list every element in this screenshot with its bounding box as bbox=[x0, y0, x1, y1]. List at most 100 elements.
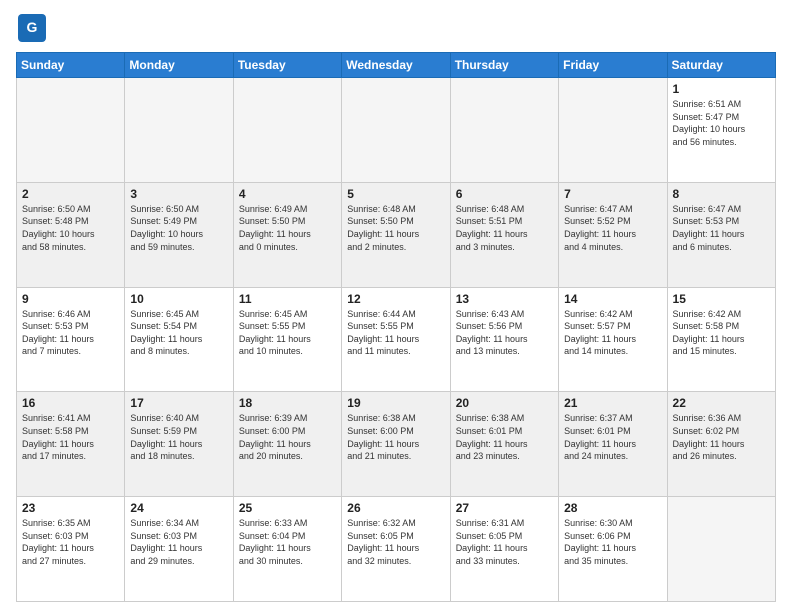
weekday-friday: Friday bbox=[559, 53, 667, 78]
calendar-cell bbox=[342, 78, 450, 183]
day-info: Sunrise: 6:33 AM Sunset: 6:04 PM Dayligh… bbox=[239, 517, 336, 567]
day-info: Sunrise: 6:51 AM Sunset: 5:47 PM Dayligh… bbox=[673, 98, 770, 148]
day-number: 15 bbox=[673, 292, 770, 306]
day-number: 25 bbox=[239, 501, 336, 515]
day-info: Sunrise: 6:43 AM Sunset: 5:56 PM Dayligh… bbox=[456, 308, 553, 358]
week-row-2: 2 Sunrise: 6:50 AM Sunset: 5:48 PM Daylig… bbox=[17, 182, 776, 287]
day-info: Sunrise: 6:42 AM Sunset: 5:58 PM Dayligh… bbox=[673, 308, 770, 358]
week-row-1: 1 Sunrise: 6:51 AM Sunset: 5:47 PM Daylig… bbox=[17, 78, 776, 183]
svg-text:G: G bbox=[27, 19, 38, 35]
calendar-cell: 17 Sunrise: 6:40 AM Sunset: 5:59 PM Dayli… bbox=[125, 392, 233, 497]
day-number: 6 bbox=[456, 187, 553, 201]
day-number: 5 bbox=[347, 187, 444, 201]
weekday-saturday: Saturday bbox=[667, 53, 775, 78]
weekday-wednesday: Wednesday bbox=[342, 53, 450, 78]
day-number: 17 bbox=[130, 396, 227, 410]
calendar-cell: 5 Sunrise: 6:48 AM Sunset: 5:50 PM Daylig… bbox=[342, 182, 450, 287]
day-number: 12 bbox=[347, 292, 444, 306]
day-info: Sunrise: 6:35 AM Sunset: 6:03 PM Dayligh… bbox=[22, 517, 119, 567]
day-info: Sunrise: 6:44 AM Sunset: 5:55 PM Dayligh… bbox=[347, 308, 444, 358]
day-number: 24 bbox=[130, 501, 227, 515]
calendar-cell: 19Sunrise: 6:38 AM Sunset: 6:00 PM Dayli… bbox=[342, 392, 450, 497]
day-info: Sunrise: 6:47 AM Sunset: 5:53 PM Dayligh… bbox=[673, 203, 770, 253]
week-row-5: 23Sunrise: 6:35 AM Sunset: 6:03 PM Dayli… bbox=[17, 497, 776, 602]
day-info: Sunrise: 6:38 AM Sunset: 6:01 PM Dayligh… bbox=[456, 412, 553, 462]
header: G bbox=[16, 12, 776, 44]
calendar-cell: 1 Sunrise: 6:51 AM Sunset: 5:47 PM Daylig… bbox=[667, 78, 775, 183]
weekday-monday: Monday bbox=[125, 53, 233, 78]
day-info: Sunrise: 6:48 AM Sunset: 5:50 PM Dayligh… bbox=[347, 203, 444, 253]
day-info: Sunrise: 6:46 AM Sunset: 5:53 PM Dayligh… bbox=[22, 308, 119, 358]
day-number: 22 bbox=[673, 396, 770, 410]
calendar-cell: 7 Sunrise: 6:47 AM Sunset: 5:52 PM Daylig… bbox=[559, 182, 667, 287]
day-info: Sunrise: 6:40 AM Sunset: 5:59 PM Dayligh… bbox=[130, 412, 227, 462]
day-number: 8 bbox=[673, 187, 770, 201]
day-number: 10 bbox=[130, 292, 227, 306]
calendar-cell: 11 Sunrise: 6:45 AM Sunset: 5:55 PM Dayli… bbox=[233, 287, 341, 392]
calendar-cell: 21Sunrise: 6:37 AM Sunset: 6:01 PM Dayli… bbox=[559, 392, 667, 497]
week-row-4: 16 Sunrise: 6:41 AM Sunset: 5:58 PM Dayli… bbox=[17, 392, 776, 497]
weekday-thursday: Thursday bbox=[450, 53, 558, 78]
calendar-cell bbox=[667, 497, 775, 602]
calendar-cell: 6 Sunrise: 6:48 AM Sunset: 5:51 PM Daylig… bbox=[450, 182, 558, 287]
day-info: Sunrise: 6:36 AM Sunset: 6:02 PM Dayligh… bbox=[673, 412, 770, 462]
calendar-cell: 24 Sunrise: 6:34 AM Sunset: 6:03 PM Dayli… bbox=[125, 497, 233, 602]
day-number: 11 bbox=[239, 292, 336, 306]
calendar-cell: 18 Sunrise: 6:39 AM Sunset: 6:00 PM Dayli… bbox=[233, 392, 341, 497]
day-number: 3 bbox=[130, 187, 227, 201]
day-number: 9 bbox=[22, 292, 119, 306]
day-info: Sunrise: 6:50 AM Sunset: 5:49 PM Dayligh… bbox=[130, 203, 227, 253]
calendar-cell: 2 Sunrise: 6:50 AM Sunset: 5:48 PM Daylig… bbox=[17, 182, 125, 287]
day-info: Sunrise: 6:50 AM Sunset: 5:48 PM Dayligh… bbox=[22, 203, 119, 253]
day-number: 28 bbox=[564, 501, 661, 515]
day-number: 4 bbox=[239, 187, 336, 201]
calendar-cell: 3 Sunrise: 6:50 AM Sunset: 5:49 PM Daylig… bbox=[125, 182, 233, 287]
day-info: Sunrise: 6:49 AM Sunset: 5:50 PM Dayligh… bbox=[239, 203, 336, 253]
week-row-3: 9 Sunrise: 6:46 AM Sunset: 5:53 PM Daylig… bbox=[17, 287, 776, 392]
day-number: 20 bbox=[456, 396, 553, 410]
calendar-cell: 12 Sunrise: 6:44 AM Sunset: 5:55 PM Dayli… bbox=[342, 287, 450, 392]
calendar-cell: 16 Sunrise: 6:41 AM Sunset: 5:58 PM Dayli… bbox=[17, 392, 125, 497]
day-number: 27 bbox=[456, 501, 553, 515]
calendar-cell bbox=[559, 78, 667, 183]
calendar-cell: 23Sunrise: 6:35 AM Sunset: 6:03 PM Dayli… bbox=[17, 497, 125, 602]
day-info: Sunrise: 6:47 AM Sunset: 5:52 PM Dayligh… bbox=[564, 203, 661, 253]
day-number: 18 bbox=[239, 396, 336, 410]
day-info: Sunrise: 6:45 AM Sunset: 5:55 PM Dayligh… bbox=[239, 308, 336, 358]
day-info: Sunrise: 6:45 AM Sunset: 5:54 PM Dayligh… bbox=[130, 308, 227, 358]
weekday-header-row: SundayMondayTuesdayWednesdayThursdayFrid… bbox=[17, 53, 776, 78]
day-info: Sunrise: 6:34 AM Sunset: 6:03 PM Dayligh… bbox=[130, 517, 227, 567]
calendar-cell: 4 Sunrise: 6:49 AM Sunset: 5:50 PM Daylig… bbox=[233, 182, 341, 287]
calendar-cell: 26Sunrise: 6:32 AM Sunset: 6:05 PM Dayli… bbox=[342, 497, 450, 602]
calendar-cell: 10 Sunrise: 6:45 AM Sunset: 5:54 PM Dayli… bbox=[125, 287, 233, 392]
day-number: 19 bbox=[347, 396, 444, 410]
day-number: 16 bbox=[22, 396, 119, 410]
calendar-cell: 27 Sunrise: 6:31 AM Sunset: 6:05 PM Dayli… bbox=[450, 497, 558, 602]
day-info: Sunrise: 6:32 AM Sunset: 6:05 PM Dayligh… bbox=[347, 517, 444, 567]
calendar-cell bbox=[233, 78, 341, 183]
calendar-cell: 15 Sunrise: 6:42 AM Sunset: 5:58 PM Dayli… bbox=[667, 287, 775, 392]
day-info: Sunrise: 6:42 AM Sunset: 5:57 PM Dayligh… bbox=[564, 308, 661, 358]
day-number: 14 bbox=[564, 292, 661, 306]
calendar-cell: 28 Sunrise: 6:30 AM Sunset: 6:06 PM Dayli… bbox=[559, 497, 667, 602]
calendar-cell: 25 Sunrise: 6:33 AM Sunset: 6:04 PM Dayli… bbox=[233, 497, 341, 602]
day-info: Sunrise: 6:41 AM Sunset: 5:58 PM Dayligh… bbox=[22, 412, 119, 462]
day-info: Sunrise: 6:48 AM Sunset: 5:51 PM Dayligh… bbox=[456, 203, 553, 253]
calendar-cell bbox=[450, 78, 558, 183]
calendar-cell: 20 Sunrise: 6:38 AM Sunset: 6:01 PM Dayli… bbox=[450, 392, 558, 497]
day-number: 7 bbox=[564, 187, 661, 201]
day-info: Sunrise: 6:39 AM Sunset: 6:00 PM Dayligh… bbox=[239, 412, 336, 462]
weekday-sunday: Sunday bbox=[17, 53, 125, 78]
day-number: 1 bbox=[673, 82, 770, 96]
calendar-cell: 22 Sunrise: 6:36 AM Sunset: 6:02 PM Dayli… bbox=[667, 392, 775, 497]
calendar-cell: 9 Sunrise: 6:46 AM Sunset: 5:53 PM Daylig… bbox=[17, 287, 125, 392]
day-info: Sunrise: 6:30 AM Sunset: 6:06 PM Dayligh… bbox=[564, 517, 661, 567]
calendar-cell: 8 Sunrise: 6:47 AM Sunset: 5:53 PM Daylig… bbox=[667, 182, 775, 287]
day-number: 2 bbox=[22, 187, 119, 201]
page: G SundayMondayTuesdayWednesdayThursdayFr… bbox=[0, 0, 792, 612]
weekday-tuesday: Tuesday bbox=[233, 53, 341, 78]
calendar-cell bbox=[17, 78, 125, 183]
calendar-cell: 14 Sunrise: 6:42 AM Sunset: 5:57 PM Dayli… bbox=[559, 287, 667, 392]
day-info: Sunrise: 6:31 AM Sunset: 6:05 PM Dayligh… bbox=[456, 517, 553, 567]
calendar-table: SundayMondayTuesdayWednesdayThursdayFrid… bbox=[16, 52, 776, 602]
